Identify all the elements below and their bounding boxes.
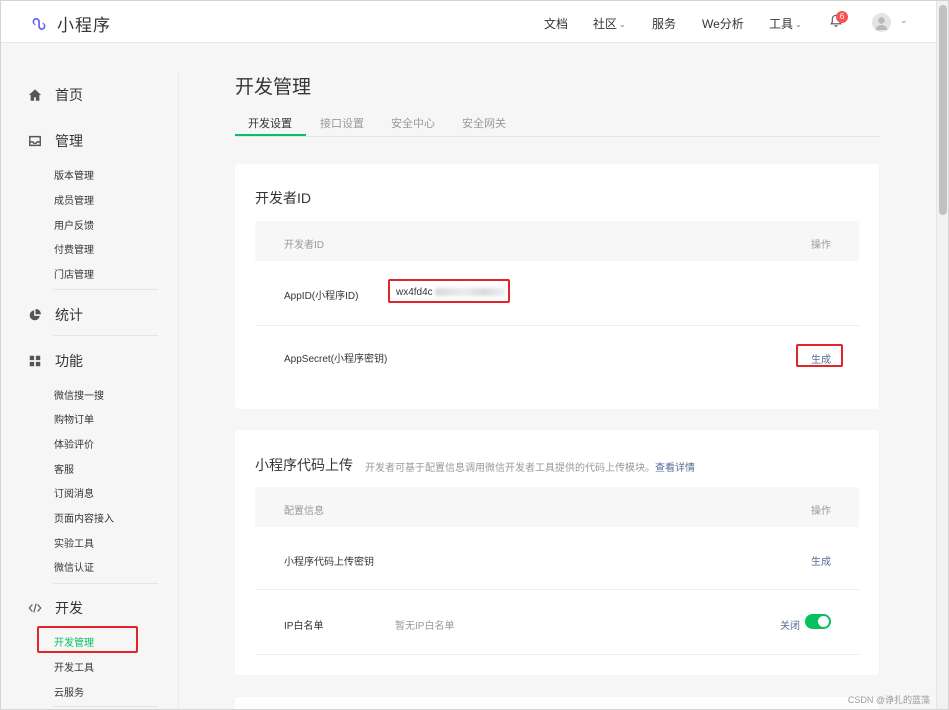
toggle-knob [818, 616, 829, 627]
sidebar-item-dev-manage[interactable]: 开发管理 [54, 634, 94, 649]
logo[interactable]: 小程序 [28, 11, 111, 36]
page-title: 开发管理 [235, 77, 312, 98]
chevron-down-icon: ⌄ [619, 20, 626, 29]
tab-dev-settings[interactable]: 开发设置 [248, 115, 292, 131]
sidebar-divider [178, 71, 179, 709]
avatar[interactable] [872, 13, 891, 32]
chevron-down-icon[interactable]: ⌄ [900, 15, 908, 26]
sidebar-item-orders[interactable]: 购物订单 [54, 411, 94, 426]
column-header: 操作 [811, 240, 831, 251]
row-divider [255, 654, 859, 655]
nav-community-label: 社区 [593, 17, 618, 31]
nav-docs-label: 文档 [544, 17, 569, 31]
card-title: 开发者ID [255, 190, 311, 206]
tab-active-indicator [235, 134, 306, 136]
brand-name: 小程序 [57, 16, 111, 35]
card-description: 开发者可基于配置信息调用微信开发者工具提供的代码上传模块。查看详情 [365, 459, 695, 474]
sidebar-item-label: 首页 [55, 87, 83, 103]
nav-we-analysis[interactable]: We分析 [702, 15, 744, 32]
nav-services-label: 服务 [652, 17, 677, 31]
top-navbar: 小程序 文档 社区 ⌄ 服务 We分析 工具 ⌄ 6 ⌄ [1, 1, 936, 43]
table-header: 配置信息 操作 [255, 487, 859, 527]
sidebar-item-customer-service[interactable]: 客服 [54, 461, 74, 476]
sidebar-divider-line [53, 289, 158, 290]
chevron-down-icon: ⌄ [795, 20, 802, 29]
appid-text: wx4fd4c [396, 287, 433, 298]
column-header: 开发者ID [284, 240, 324, 251]
row-divider [255, 589, 859, 590]
sidebar-item-features[interactable]: 功能 [28, 351, 83, 371]
sidebar-item-version[interactable]: 版本管理 [54, 167, 94, 182]
card-description-text: 开发者可基于配置信息调用微信开发者工具提供的代码上传模块。 [365, 463, 655, 474]
grid-icon [29, 355, 41, 367]
ip-whitelist-toggle-label: 关闭 [780, 621, 800, 632]
sidebar-item-label: 管理 [55, 133, 83, 149]
upload-key-label: 小程序代码上传密钥 [284, 557, 374, 568]
view-details-link[interactable]: 查看详情 [655, 463, 695, 474]
inbox-icon [29, 135, 41, 147]
row-divider [255, 325, 859, 326]
tab-api-settings[interactable]: 接口设置 [320, 115, 364, 131]
nav-docs[interactable]: 文档 [544, 15, 568, 32]
appid-label: AppID(小程序ID) [284, 291, 359, 302]
nav-we-analysis-label: We分析 [702, 17, 744, 31]
sidebar-item-label: 开发 [55, 600, 83, 616]
sidebar-item-page-content[interactable]: 页面内容接入 [54, 510, 114, 525]
generate-secret-button[interactable]: 生成 [811, 351, 831, 366]
appsecret-label: AppSecret(小程序密钥) [284, 354, 388, 365]
column-header: 配置信息 [284, 506, 324, 517]
sidebar-item-label: 功能 [55, 353, 83, 369]
sidebar-item-reviews[interactable]: 体验评价 [54, 436, 94, 451]
miniprogram-logo-icon [32, 17, 46, 30]
scrollbar-thumb[interactable] [939, 5, 947, 215]
nav-tools[interactable]: 工具 ⌄ [769, 15, 802, 32]
sidebar-item-subscribe[interactable]: 订阅消息 [54, 485, 94, 500]
redacted-blur [434, 288, 505, 297]
sidebar-item-verification[interactable]: 微信认证 [54, 559, 94, 574]
nav-services[interactable]: 服务 [652, 15, 676, 32]
appid-value[interactable]: wx4fd4c [396, 287, 505, 298]
ip-whitelist-empty: 暂无IP白名单 [395, 621, 455, 632]
tab-security-gateway[interactable]: 安全网关 [462, 115, 506, 131]
credit-watermark: CSDN @诤扎的蓝藻 [847, 695, 930, 705]
sidebar-divider-line [53, 583, 158, 584]
ip-whitelist-label: IP白名单 [284, 621, 324, 632]
sidebar-item-stats[interactable]: 统计 [28, 305, 83, 325]
sidebar-item-develop[interactable]: 开发 [28, 598, 83, 618]
generate-upload-key-button[interactable]: 生成 [811, 553, 831, 568]
pie-chart-icon [29, 308, 41, 321]
sidebar-item-cloud[interactable]: 云服务 [54, 684, 84, 699]
notification-badge: 6 [836, 11, 848, 23]
developer-id-card: 开发者ID 开发者ID 操作 AppID(小程序ID) wx4fd4c AppS… [235, 164, 879, 409]
card-title: 小程序代码上传 [255, 457, 353, 473]
sidebar-item-dev-tools[interactable]: 开发工具 [54, 659, 94, 674]
code-icon [28, 603, 42, 613]
user-icon [875, 17, 888, 30]
sidebar-item-wechat-search[interactable]: 微信搜一搜 [54, 387, 104, 402]
sidebar-item-payment[interactable]: 付费管理 [54, 241, 94, 256]
browser-frame: 小程序 文档 社区 ⌄ 服务 We分析 工具 ⌄ 6 ⌄ 首页 管理 版本管理 成员… [0, 0, 949, 710]
tab-divider [235, 136, 879, 137]
next-card [235, 697, 879, 709]
nav-community[interactable]: 社区 ⌄ [593, 15, 626, 32]
sidebar-item-experiment[interactable]: 实验工具 [54, 535, 94, 550]
sidebar-item-home[interactable]: 首页 [28, 85, 83, 105]
sidebar-divider-line [53, 335, 158, 336]
sidebar-item-members[interactable]: 成员管理 [54, 192, 94, 207]
sidebar-divider-line [53, 706, 158, 707]
home-icon [28, 89, 42, 101]
sidebar-item-stores[interactable]: 门店管理 [54, 266, 94, 281]
table-header: 开发者ID 操作 [255, 221, 859, 261]
code-upload-card: 小程序代码上传 开发者可基于配置信息调用微信开发者工具提供的代码上传模块。查看详… [235, 430, 879, 675]
column-header: 操作 [811, 506, 831, 517]
nav-tools-label: 工具 [769, 17, 794, 31]
vertical-scrollbar[interactable] [936, 1, 948, 709]
ip-whitelist-toggle[interactable] [805, 614, 831, 629]
sidebar-item-manage[interactable]: 管理 [28, 131, 83, 151]
sidebar-item-label: 统计 [55, 307, 83, 323]
tab-security-center[interactable]: 安全中心 [391, 115, 435, 131]
sidebar-item-feedback[interactable]: 用户反馈 [54, 217, 94, 232]
